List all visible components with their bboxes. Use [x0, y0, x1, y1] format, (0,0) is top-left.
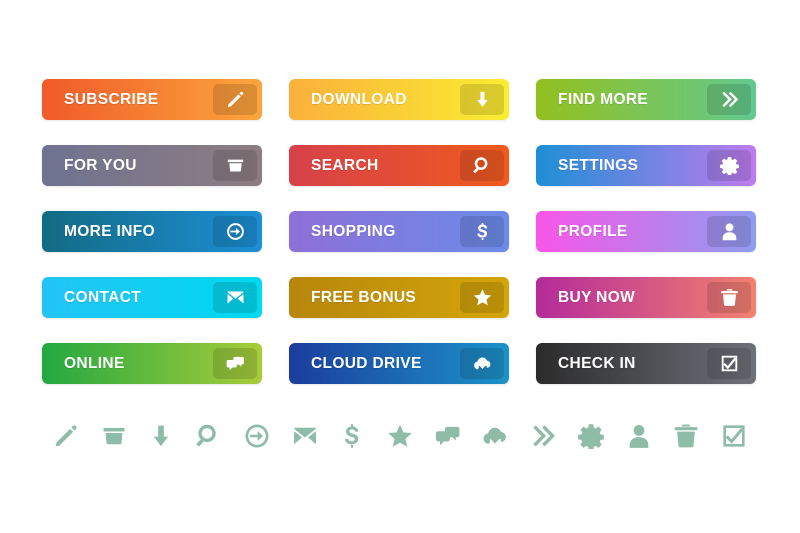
strip-pencil-icon — [49, 419, 83, 453]
button-set-canvas: SUBSCRIBE DOWNLOAD FIND MORE FOR YOU SEARCH S… — [0, 0, 800, 533]
strip-cloud-download-icon — [478, 419, 512, 453]
button-check-in[interactable]: CHECK IN — [536, 343, 756, 384]
strip-chat-icon — [431, 419, 465, 453]
button-online[interactable]: ONLINE — [42, 343, 262, 384]
button-grid: SUBSCRIBE DOWNLOAD FIND MORE FOR YOU SEARCH S… — [42, 79, 758, 384]
button-shopping[interactable]: SHOPPING — [289, 211, 509, 252]
button-profile[interactable]: PROFILE — [536, 211, 756, 252]
arrow-circle-icon[interactable] — [213, 216, 257, 247]
dollar-icon[interactable] — [460, 216, 504, 247]
strip-trash-icon — [669, 419, 703, 453]
strip-basket-icon — [97, 419, 131, 453]
button-free-bonus[interactable]: FREE BONUS — [289, 277, 509, 318]
strip-magnifier-icon — [192, 419, 226, 453]
double-chevron-icon[interactable] — [707, 84, 751, 115]
button-subscribe[interactable]: SUBSCRIBE — [42, 79, 262, 120]
button-search[interactable]: SEARCH — [289, 145, 509, 186]
strip-dollar-icon — [335, 419, 369, 453]
button-contact[interactable]: CONTACT — [42, 277, 262, 318]
cloud-download-icon[interactable] — [460, 348, 504, 379]
strip-arrow-circle-icon — [240, 419, 274, 453]
strip-download-arrow-icon — [144, 419, 178, 453]
gear-icon[interactable] — [707, 150, 751, 181]
button-download[interactable]: DOWNLOAD — [289, 79, 509, 120]
star-icon[interactable] — [460, 282, 504, 313]
strip-star-icon — [383, 419, 417, 453]
strip-gear-icon — [574, 419, 608, 453]
magnifier-icon[interactable] — [460, 150, 504, 181]
button-settings[interactable]: SETTINGS — [536, 145, 756, 186]
envelope-icon[interactable] — [213, 282, 257, 313]
button-find-more[interactable]: FIND MORE — [536, 79, 756, 120]
icon-reference-strip — [42, 419, 758, 453]
strip-checkbox-icon — [717, 419, 751, 453]
button-cloud-drive[interactable]: CLOUD DRIVE — [289, 343, 509, 384]
chat-icon[interactable] — [213, 348, 257, 379]
download-arrow-icon[interactable] — [460, 84, 504, 115]
strip-double-chevron-icon — [526, 419, 560, 453]
button-for-you[interactable]: FOR YOU — [42, 145, 262, 186]
button-more-info[interactable]: MORE INFO — [42, 211, 262, 252]
basket-icon[interactable] — [213, 150, 257, 181]
trash-icon[interactable] — [707, 282, 751, 313]
checkbox-icon[interactable] — [707, 348, 751, 379]
strip-user-icon — [622, 419, 656, 453]
button-buy-now[interactable]: BUY NOW — [536, 277, 756, 318]
strip-envelope-icon — [288, 419, 322, 453]
user-icon[interactable] — [707, 216, 751, 247]
pencil-icon[interactable] — [213, 84, 257, 115]
